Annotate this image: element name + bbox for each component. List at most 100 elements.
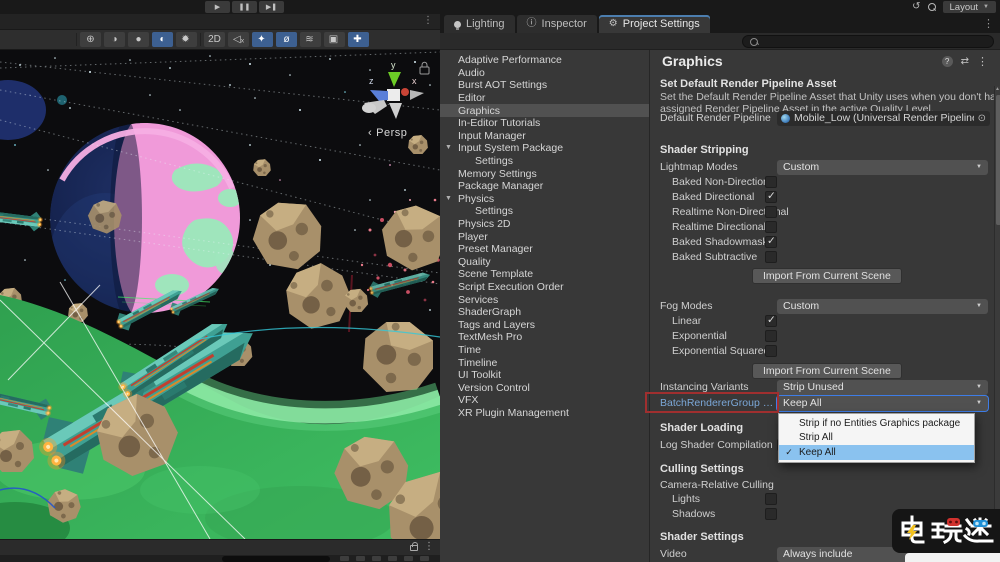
import-from-current-scene-button[interactable]: Import From Current Scene	[752, 268, 902, 284]
search-box[interactable]	[742, 35, 994, 48]
panel-menu-icon[interactable]: ⋮	[424, 541, 434, 552]
checkbox[interactable]	[765, 508, 777, 520]
checkbox[interactable]	[765, 330, 777, 342]
mini-icon[interactable]	[356, 556, 365, 561]
checkbox[interactable]	[765, 221, 777, 233]
history-icon[interactable]: ↺	[912, 1, 920, 13]
settings-list-item[interactable]: Player	[440, 230, 649, 243]
lightmap-modes-dropdown[interactable]: Custom	[777, 160, 988, 175]
object-picker-icon[interactable]: ⊙	[978, 113, 986, 124]
checkbox[interactable]	[765, 206, 777, 218]
preset-icon[interactable]: ⇄	[961, 56, 969, 67]
settings-list-item[interactable]: XR Plugin Management	[440, 407, 649, 420]
section-header: Shader Stripping	[660, 144, 749, 156]
settings-list-item[interactable]: Physics	[440, 193, 649, 206]
layers-icon[interactable]: ≋	[300, 32, 321, 47]
tab-project-settings[interactable]: ⚙ Project Settings	[599, 15, 710, 33]
settings-list-item[interactable]: ShaderGraph	[440, 306, 649, 319]
help-icon[interactable]: ?	[942, 56, 953, 67]
settings-list-item[interactable]: Burst AOT Settings	[440, 79, 649, 92]
settings-list-item[interactable]: Timeline	[440, 356, 649, 369]
search-icon[interactable]	[928, 3, 936, 11]
mini-slider[interactable]	[222, 556, 330, 562]
draw-mode-wireframe-icon[interactable]: ⊕	[80, 32, 101, 47]
mini-icon[interactable]	[372, 556, 381, 561]
dropdown-option[interactable]: Keep All	[779, 445, 974, 460]
settings-list-item[interactable]: Preset Manager	[440, 243, 649, 256]
settings-list-item[interactable]: In-Editor Tutorials	[440, 117, 649, 130]
mini-icon[interactable]	[420, 556, 429, 561]
checkbox[interactable]	[765, 493, 777, 505]
foldout-icon[interactable]	[445, 144, 452, 151]
checkbox[interactable]	[765, 191, 777, 203]
import-from-current-scene-button[interactable]: Import From Current Scene	[752, 363, 902, 379]
dropdown-option[interactable]: Strip All	[779, 431, 974, 446]
settings-list-item[interactable]: TextMesh Pro	[440, 331, 649, 344]
scrollbar-thumb[interactable]	[996, 95, 1000, 225]
scene-visibility-icon[interactable]: ø	[276, 32, 297, 47]
checkbox[interactable]	[765, 176, 777, 188]
play-button[interactable]: ▶	[205, 1, 230, 13]
dropdown-option[interactable]: Strip if no Entities Graphics package	[779, 416, 974, 431]
settings-list-item[interactable]: Time	[440, 344, 649, 357]
draw-mode-shaded-icon[interactable]: ◐	[152, 32, 173, 47]
scene-viewport[interactable]: y x z ‹Persp	[0, 50, 440, 539]
checkbox[interactable]	[765, 345, 777, 357]
fog-modes-dropdown[interactable]: Custom	[777, 299, 988, 314]
settings-list-item[interactable]: Input System Package	[440, 142, 649, 155]
settings-list-item[interactable]: Physics 2D	[440, 218, 649, 231]
settings-list-item[interactable]: Script Execution Order	[440, 281, 649, 294]
checkbox-row: Lights	[660, 491, 988, 506]
settings-list-item[interactable]: Services	[440, 293, 649, 306]
settings-list-item[interactable]: Editor	[440, 92, 649, 105]
checkbox[interactable]	[765, 251, 777, 263]
debug-draw-mode-icon[interactable]: ✹	[176, 32, 197, 47]
foldout-icon[interactable]	[445, 195, 452, 202]
mini-icon[interactable]	[340, 556, 349, 561]
step-button[interactable]: ▶❚	[259, 1, 284, 13]
persp-label[interactable]: ‹Persp	[368, 127, 407, 139]
draw-mode-unlit-icon[interactable]: ●	[128, 32, 149, 47]
settings-list-item[interactable]: Settings	[440, 205, 649, 218]
scroll-up-icon[interactable]: ▲	[995, 86, 1000, 93]
settings-list-item[interactable]: Package Manager	[440, 180, 649, 193]
pause-button[interactable]: ❚❚	[232, 1, 257, 13]
overlays-icon[interactable]: ▣	[324, 32, 345, 47]
settings-list-item[interactable]: Memory Settings	[440, 167, 649, 180]
effects-icon[interactable]: ✦	[252, 32, 273, 47]
tab-lighting[interactable]: Lighting	[444, 15, 515, 33]
settings-list-item[interactable]: Graphics	[440, 104, 649, 117]
tab-inspector[interactable]: ⓘ Inspector	[517, 15, 597, 33]
settings-list-item[interactable]: Tags and Layers	[440, 318, 649, 331]
layout-dropdown[interactable]: Layout ▼	[943, 1, 996, 13]
checkbox[interactable]	[765, 315, 777, 327]
batchrenderergroup-variants-dropdown[interactable]: Keep All	[777, 396, 988, 411]
scene-menu-icon[interactable]: ⋮	[423, 15, 433, 26]
mini-icon[interactable]	[388, 556, 397, 561]
checkbox[interactable]	[765, 236, 777, 248]
tab-menu-icon[interactable]: ⋮	[983, 17, 994, 30]
lock-icon[interactable]	[420, 62, 429, 74]
settings-list-item[interactable]: Version Control	[440, 381, 649, 394]
editor-top-bar: ▶ ❚❚ ▶❚ ↺ Layout ▼	[0, 0, 1000, 14]
settings-list-item[interactable]: UI Toolkit	[440, 369, 649, 382]
more-menu-icon[interactable]: ⋮	[977, 55, 988, 68]
settings-list-item[interactable]: Scene Template	[440, 268, 649, 281]
default-render-pipeline-field[interactable]: Mobile_Low (Universal Render Pipeline A …	[777, 111, 990, 126]
settings-list-item[interactable]: Settings	[440, 155, 649, 168]
mini-icon[interactable]	[404, 556, 413, 561]
scrollbar[interactable]: ▲	[994, 86, 1000, 562]
audio-mute-icon[interactable]: ◁ₓ	[228, 32, 249, 47]
2d-toggle-button[interactable]: 2D	[204, 32, 225, 47]
instancing-variants-dropdown[interactable]: Strip Unused	[777, 380, 988, 395]
settings-list-item[interactable]: VFX	[440, 394, 649, 407]
axis-gizmo[interactable]: y x z	[362, 60, 424, 119]
draw-mode-shaded-wireframe-icon[interactable]: ◑	[104, 32, 125, 47]
lock-icon[interactable]	[410, 545, 418, 551]
settings-list-item[interactable]: Input Manager	[440, 130, 649, 143]
search-input[interactable]	[762, 36, 986, 47]
gizmos-icon[interactable]: ✚	[348, 32, 369, 47]
settings-list-item[interactable]: Quality	[440, 256, 649, 269]
settings-list-item[interactable]: Adaptive Performance	[440, 54, 649, 67]
settings-list-item[interactable]: Audio	[440, 67, 649, 80]
